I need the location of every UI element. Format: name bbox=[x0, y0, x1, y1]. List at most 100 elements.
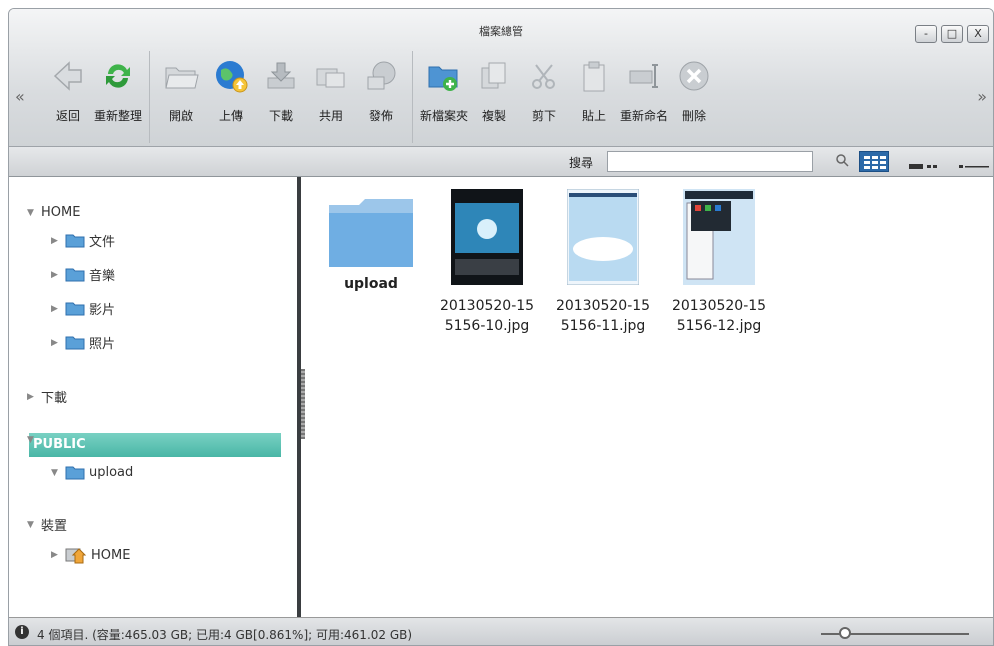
tree-item-public[interactable]: PUBLIC bbox=[29, 433, 281, 457]
toolbar-group-navigation: 返回 重新整理 bbox=[37, 51, 150, 143]
file-manager-window: 檔案總管 - □ X « » 返回 重新整理 開啟 上傳 下載 共用 發佈 新檔… bbox=[8, 8, 994, 646]
title-toolbar-area: 檔案總管 - □ X « » 返回 重新整理 開啟 上傳 下載 共用 發佈 新檔… bbox=[9, 9, 993, 147]
collapsed-triangle-icon[interactable]: ▶ bbox=[51, 236, 61, 246]
tree-item-public-toggle[interactable]: ▼ bbox=[27, 435, 37, 445]
search-icon[interactable] bbox=[835, 153, 849, 170]
file-name-line2: 5156-11.jpg bbox=[560, 318, 646, 334]
collapsed-triangle-icon[interactable]: ▶ bbox=[51, 338, 61, 348]
delete-button[interactable]: 刪除 bbox=[669, 51, 719, 143]
view-list-button[interactable] bbox=[909, 159, 939, 173]
delete-x-icon bbox=[674, 57, 714, 95]
paste-label: 貼上 bbox=[581, 109, 606, 123]
folder-icon bbox=[65, 268, 85, 282]
share-icon bbox=[311, 57, 351, 95]
toolbar: 返回 重新整理 開啟 上傳 下載 共用 發佈 新檔案夾 複製 剪下 貼上 重新命… bbox=[37, 51, 725, 143]
cut-label: 剪下 bbox=[531, 109, 556, 123]
delete-label: 刪除 bbox=[681, 109, 706, 123]
large-folder-icon bbox=[329, 199, 413, 267]
copy-icon bbox=[474, 57, 514, 95]
tree-label-device-home: HOME bbox=[91, 547, 131, 563]
tree-label-devices: 裝置 bbox=[41, 519, 68, 534]
rename-label: 重新命名 bbox=[619, 109, 668, 123]
back-label: 返回 bbox=[55, 109, 80, 123]
upload-button[interactable]: 上傳 bbox=[206, 51, 256, 143]
tree-label-home: HOME bbox=[41, 205, 81, 220]
tree-item-home[interactable]: ▼ HOME bbox=[27, 205, 80, 220]
scroll-right-icon[interactable]: » bbox=[977, 87, 987, 106]
cut-button[interactable]: 剪下 bbox=[519, 51, 569, 143]
refresh-button[interactable]: 重新整理 bbox=[93, 51, 143, 143]
download-button[interactable]: 下載 bbox=[256, 51, 306, 143]
file-view: upload 20130520-15 5156-10.jpg 20130520-… bbox=[305, 177, 993, 617]
tree-item-photos[interactable]: ▶ 照片 bbox=[51, 333, 115, 352]
toolbar-group-file: 開啟 上傳 下載 共用 發佈 bbox=[150, 51, 413, 143]
rename-button[interactable]: 重新命名 bbox=[619, 51, 669, 143]
collapsed-triangle-icon[interactable]: ▶ bbox=[51, 550, 61, 560]
collapsed-triangle-icon[interactable]: ▶ bbox=[51, 304, 61, 314]
tree-item-documents[interactable]: ▶ 文件 bbox=[51, 231, 115, 250]
file-item-jpg-10[interactable]: 20130520-15 5156-10.jpg bbox=[429, 189, 545, 336]
close-button[interactable]: X bbox=[967, 25, 989, 43]
search-input[interactable] bbox=[607, 151, 813, 172]
publish-button[interactable]: 發佈 bbox=[356, 51, 406, 143]
image-thumbnail bbox=[683, 189, 755, 285]
download-label: 下載 bbox=[268, 109, 293, 123]
scroll-left-icon[interactable]: « bbox=[15, 87, 25, 106]
open-label: 開啟 bbox=[168, 109, 193, 123]
window-controls: - □ X bbox=[915, 25, 989, 43]
share-button[interactable]: 共用 bbox=[306, 51, 356, 143]
new-folder-button[interactable]: 新檔案夾 bbox=[419, 51, 469, 143]
status-text: 4 個項目. (容量:465.03 GB; 已用:4 GB[0.861%]; 可… bbox=[37, 628, 413, 642]
copy-label: 複製 bbox=[481, 109, 506, 123]
back-button[interactable]: 返回 bbox=[43, 51, 93, 143]
new-folder-icon bbox=[424, 57, 464, 95]
tree-label-documents: 文件 bbox=[89, 235, 116, 250]
open-button[interactable]: 開啟 bbox=[156, 51, 206, 143]
tree-item-devices[interactable]: ▼ 裝置 bbox=[27, 515, 67, 534]
file-name-line2: 5156-10.jpg bbox=[444, 318, 530, 334]
view-icons-button[interactable] bbox=[859, 151, 889, 172]
folder-icon bbox=[65, 336, 85, 350]
upload-label: 上傳 bbox=[218, 109, 243, 123]
refresh-icon bbox=[98, 57, 138, 95]
open-folder-icon bbox=[161, 57, 201, 95]
expanded-triangle-icon[interactable]: ▼ bbox=[27, 208, 37, 218]
back-arrow-icon bbox=[48, 57, 88, 95]
collapsed-triangle-icon[interactable]: ▶ bbox=[27, 392, 37, 402]
folder-tree: ▼ HOME ▶ 文件 ▶ 音樂 ▶ 影片 ▶ 照片 ▶ 下載 ▼ PUBLIC… bbox=[9, 177, 301, 617]
new-folder-label: 新檔案夾 bbox=[419, 109, 468, 123]
file-item-upload-folder[interactable]: upload bbox=[313, 191, 429, 294]
tree-item-music[interactable]: ▶ 音樂 bbox=[51, 265, 115, 284]
tree-item-device-home[interactable]: ▶ HOME bbox=[51, 545, 130, 565]
minimize-button[interactable]: - bbox=[915, 25, 937, 43]
scissors-icon bbox=[524, 57, 564, 95]
paste-button[interactable]: 貼上 bbox=[569, 51, 619, 143]
publish-icon bbox=[361, 57, 401, 95]
folder-icon bbox=[65, 234, 85, 248]
file-name-line1: 20130520-15 bbox=[671, 298, 767, 314]
download-tray-icon bbox=[261, 57, 301, 95]
file-item-jpg-11[interactable]: 20130520-15 5156-11.jpg bbox=[545, 188, 661, 336]
tree-item-downloads[interactable]: ▶ 下載 bbox=[27, 387, 67, 406]
zoom-slider-knob[interactable] bbox=[839, 627, 851, 639]
rename-icon bbox=[624, 57, 664, 95]
file-name-line2: 5156-12.jpg bbox=[676, 318, 762, 334]
tree-item-public-upload[interactable]: ▼ upload bbox=[51, 465, 133, 480]
publish-label: 發佈 bbox=[368, 109, 393, 123]
folder-icon bbox=[65, 302, 85, 316]
collapsed-triangle-icon[interactable]: ▶ bbox=[51, 270, 61, 280]
expanded-triangle-icon[interactable]: ▼ bbox=[51, 468, 61, 478]
copy-button[interactable]: 複製 bbox=[469, 51, 519, 143]
search-label: 搜尋 bbox=[569, 156, 594, 170]
status-bar: i 4 個項目. (容量:465.03 GB; 已用:4 GB[0.861%];… bbox=[9, 617, 993, 645]
restore-button[interactable]: □ bbox=[941, 25, 963, 43]
file-item-jpg-12[interactable]: 20130520-15 5156-12.jpg bbox=[661, 189, 777, 336]
view-details-button[interactable] bbox=[959, 159, 989, 173]
expanded-triangle-icon[interactable]: ▼ bbox=[27, 435, 37, 445]
expanded-triangle-icon[interactable]: ▼ bbox=[27, 520, 37, 530]
image-thumbnail bbox=[451, 189, 523, 285]
toolbar-group-edit: 新檔案夾 複製 剪下 貼上 重新命名 刪除 bbox=[413, 51, 725, 143]
file-name-line1: 20130520-15 bbox=[439, 298, 535, 314]
tree-item-videos[interactable]: ▶ 影片 bbox=[51, 299, 115, 318]
upload-globe-icon bbox=[211, 57, 251, 95]
